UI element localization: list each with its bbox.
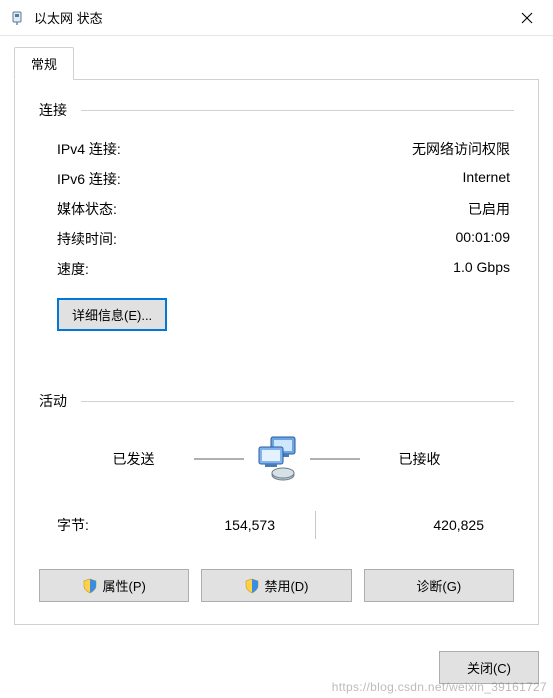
- ipv4-value: 无网络访问权限: [412, 139, 510, 159]
- ipv6-value: Internet: [463, 169, 510, 189]
- window-title: 以太网 状态: [34, 8, 507, 27]
- duration-row: 持续时间: 00:01:09: [39, 224, 514, 254]
- diagnose-button-label: 诊断(G): [416, 576, 461, 595]
- media-state-label: 媒体状态:: [57, 199, 468, 219]
- media-state-value: 已启用: [468, 199, 510, 219]
- ipv4-label: IPv4 连接:: [57, 139, 412, 159]
- bytes-row: 字节: 154,573 420,825: [39, 497, 514, 549]
- ipv4-row: IPv4 连接: 无网络访问权限: [39, 134, 514, 164]
- connection-section-header: 连接: [39, 100, 514, 120]
- diagnose-button[interactable]: 诊断(G): [364, 569, 514, 602]
- content-area: 常规 连接 IPv4 连接: 无网络访问权限 IPv6 连接: Internet…: [0, 36, 553, 639]
- speed-value: 1.0 Gbps: [453, 259, 510, 279]
- ipv6-row: IPv6 连接: Internet: [39, 164, 514, 194]
- tab-bar: 常规: [14, 46, 539, 80]
- divider: [81, 110, 514, 111]
- speed-row: 速度: 1.0 Gbps: [39, 254, 514, 284]
- bytes-label: 字节:: [57, 515, 147, 535]
- ethernet-icon: [8, 9, 26, 27]
- activity-graphic: 已发送 已接收: [39, 425, 514, 497]
- general-panel: 连接 IPv4 连接: 无网络访问权限 IPv6 连接: Internet 媒体…: [14, 80, 539, 625]
- action-button-row: 属性(P) 禁用(D) 诊断(G): [39, 549, 514, 606]
- dialog-footer: 关闭(C): [0, 639, 553, 698]
- details-button[interactable]: 详细信息(E)...: [57, 298, 167, 331]
- disable-button[interactable]: 禁用(D): [201, 569, 351, 602]
- activity-heading: 活动: [39, 391, 67, 411]
- connection-heading: 连接: [39, 100, 67, 120]
- duration-label: 持续时间:: [57, 229, 456, 249]
- duration-value: 00:01:09: [456, 229, 511, 249]
- shield-icon: [82, 578, 98, 594]
- ipv6-label: IPv6 连接:: [57, 169, 463, 189]
- bytes-separator: [315, 511, 316, 539]
- bytes-received-value: 420,825: [356, 517, 484, 533]
- tab-general[interactable]: 常规: [14, 47, 74, 80]
- disable-button-label: 禁用(D): [264, 576, 308, 595]
- bytes-sent-value: 154,573: [147, 517, 275, 533]
- properties-button-label: 属性(P): [102, 576, 145, 595]
- activity-section-header: 活动: [39, 391, 514, 411]
- shield-icon: [244, 578, 260, 594]
- divider: [81, 401, 514, 402]
- sent-label: 已发送: [74, 449, 194, 469]
- received-label: 已接收: [360, 449, 480, 469]
- ethernet-status-window: 以太网 状态 常规 连接 IPv4 连接: 无网络访问权限 IPv6 连接: I…: [0, 0, 553, 698]
- titlebar: 以太网 状态: [0, 0, 553, 36]
- media-state-row: 媒体状态: 已启用: [39, 194, 514, 224]
- network-computers-icon: [244, 431, 310, 487]
- close-icon[interactable]: [507, 3, 547, 33]
- speed-label: 速度:: [57, 259, 453, 279]
- properties-button[interactable]: 属性(P): [39, 569, 189, 602]
- close-button[interactable]: 关闭(C): [439, 651, 539, 684]
- activity-line-right: [310, 458, 360, 460]
- activity-line-left: [194, 458, 244, 460]
